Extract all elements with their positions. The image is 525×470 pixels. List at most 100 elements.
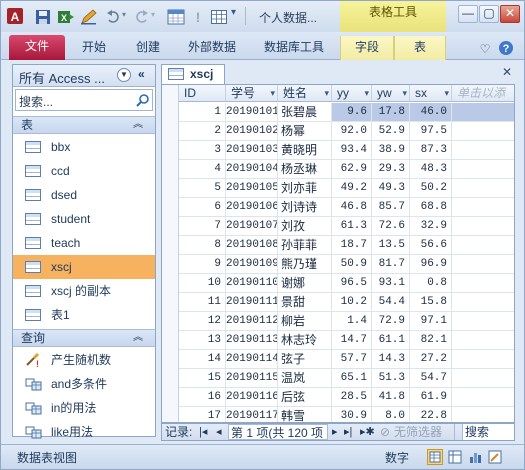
table-cell[interactable]: 92.0 (332, 122, 372, 141)
table-cell[interactable]: 4 (179, 160, 226, 179)
table-cell[interactable]: 54.7 (410, 369, 452, 388)
table-cell[interactable]: 13 (179, 331, 226, 350)
help-question-icon[interactable]: ! (191, 9, 205, 25)
table-cell[interactable]: 93.1 (372, 274, 410, 293)
table-cell[interactable]: 20190108 (226, 236, 278, 255)
table-cell[interactable]: 65.1 (332, 369, 372, 388)
table-cell[interactable]: 20190114 (226, 350, 278, 369)
table-row[interactable]: 12 20190112 柳岩 1.4 72.9 97.1 (162, 312, 514, 331)
chevron-up-icon[interactable]: ︽ (133, 117, 143, 133)
table-row[interactable]: 4 20190104 杨丞琳 62.9 29.3 48.3 (162, 160, 514, 179)
table-cell[interactable]: 49.3 (372, 179, 410, 198)
nav-item-bbx[interactable]: bbx (13, 135, 155, 159)
table-cell[interactable]: 15 (179, 369, 226, 388)
table-cell[interactable]: 82.1 (410, 331, 452, 350)
table-cell[interactable]: 杨幂 (278, 122, 332, 141)
table-cell[interactable]: 1 (179, 103, 226, 122)
table-row[interactable]: 13 20190113 林志玲 14.7 61.1 82.1 (162, 331, 514, 350)
table-cell[interactable]: 49.2 (332, 179, 372, 198)
table-cell[interactable]: 孙菲菲 (278, 236, 332, 255)
table-cell[interactable]: 17.8 (372, 103, 410, 122)
table-cell[interactable]: 72.6 (372, 217, 410, 236)
table-cell[interactable]: 54.4 (372, 293, 410, 312)
table-cell[interactable]: 刘诗诗 (278, 198, 332, 217)
table-cell[interactable]: 20190104 (226, 160, 278, 179)
table-cell[interactable] (452, 331, 514, 350)
table-cell[interactable]: 14.7 (332, 331, 372, 350)
column-dropdown-icon[interactable]: ▾ (270, 85, 275, 101)
header-yy[interactable]: yy ▾ (332, 85, 372, 102)
table-cell[interactable]: 97.5 (410, 122, 452, 141)
nav-group-queries[interactable]: 查询 ︽ (13, 329, 155, 347)
table-cell[interactable]: 50.9 (332, 255, 372, 274)
table-cell[interactable]: 20190102 (226, 122, 278, 141)
table-row[interactable]: 11 20190111 景甜 10.2 54.4 15.8 (162, 293, 514, 312)
nav-search-input[interactable]: 搜索... (19, 93, 53, 110)
excel-export-icon[interactable]: X (57, 9, 75, 25)
table-cell[interactable]: 51.3 (372, 369, 410, 388)
nav-item-and-query[interactable]: and多条件 (13, 372, 155, 396)
table-cell[interactable]: 8.0 (372, 407, 410, 422)
table-cell[interactable]: 12 (179, 312, 226, 331)
table-cell[interactable]: 57.7 (332, 350, 372, 369)
table-cell[interactable]: 8 (179, 236, 226, 255)
table-cell[interactable]: 46.8 (332, 198, 372, 217)
table-cell[interactable]: 3 (179, 141, 226, 160)
header-sx[interactable]: sx ▾ (410, 85, 452, 102)
nav-menu-dropdown-icon[interactable]: ▼ (117, 68, 131, 82)
minimize-ribbon-icon[interactable]: ♡ (477, 38, 493, 62)
table-cell[interactable]: 85.7 (372, 198, 410, 217)
table-cell[interactable]: 61.9 (410, 388, 452, 407)
table-cell[interactable] (452, 312, 514, 331)
table-cell[interactable]: 72.9 (372, 312, 410, 331)
table-cell[interactable] (452, 179, 514, 198)
undo-icon[interactable] (106, 9, 120, 25)
table-cell[interactable]: 14.3 (372, 350, 410, 369)
table-cell[interactable]: 17 (179, 407, 226, 422)
table-cell[interactable]: 20190105 (226, 179, 278, 198)
table-cell[interactable]: 10 (179, 274, 226, 293)
table-cell[interactable]: 20190117 (226, 407, 278, 422)
pivot-chart-view-button[interactable] (467, 449, 483, 465)
table-cell[interactable]: 20190103 (226, 141, 278, 160)
table-cell[interactable]: 10.2 (332, 293, 372, 312)
table-cell[interactable]: 温岚 (278, 369, 332, 388)
help-icon[interactable]: ? (498, 40, 514, 56)
table-cell[interactable]: 38.9 (372, 141, 410, 160)
nav-item-xscj-copy[interactable]: xscj 的副本 (13, 279, 155, 303)
nav-item-teach[interactable]: teach (13, 231, 155, 255)
header-yw[interactable]: yw ▾ (372, 85, 410, 102)
table-row[interactable]: 5 20190105 刘亦菲 49.2 49.3 50.2 (162, 179, 514, 198)
record-position-input[interactable]: 第 1 项(共 120 项 (228, 424, 328, 440)
table-cell[interactable]: 15.8 (410, 293, 452, 312)
tab-create[interactable]: 创建 (127, 36, 169, 60)
table-row[interactable]: 9 20190109 熊乃瑾 50.9 81.7 96.9 (162, 255, 514, 274)
table-cell[interactable]: 9 (179, 255, 226, 274)
access-logo-icon[interactable]: A (6, 7, 24, 25)
column-dropdown-icon[interactable]: ▾ (402, 85, 407, 101)
nav-collapse-icon[interactable]: « (138, 67, 145, 81)
table-cell[interactable]: 20190110 (226, 274, 278, 293)
table-cell[interactable]: 22.8 (410, 407, 452, 422)
table-cell[interactable] (452, 122, 514, 141)
nav-item-table1[interactable]: 表1 (13, 303, 155, 327)
chevron-up-icon[interactable]: ︽ (133, 330, 143, 346)
nav-search-box[interactable]: 搜索... (15, 89, 153, 111)
pivot-table-view-button[interactable] (447, 449, 463, 465)
column-dropdown-icon[interactable]: ▾ (324, 85, 329, 101)
table-cell[interactable]: 29.3 (372, 160, 410, 179)
table-cell[interactable]: 9.6 (332, 103, 372, 122)
table-cell[interactable] (452, 255, 514, 274)
design-view-button[interactable] (487, 449, 503, 465)
nav-item-in-query[interactable]: in的用法 (13, 396, 155, 420)
table-cell[interactable]: 刘亦菲 (278, 179, 332, 198)
redo-dropdown-icon[interactable]: ▾ (151, 10, 155, 26)
table-cell[interactable]: 20190107 (226, 217, 278, 236)
table-cell[interactable]: 弦子 (278, 350, 332, 369)
table-cell[interactable]: 41.8 (372, 388, 410, 407)
first-record-button[interactable]: |◂ (199, 424, 207, 440)
restore-icon[interactable]: ▢ (479, 5, 499, 23)
table-cell[interactable]: 20190101 (226, 103, 278, 122)
table-cell[interactable] (452, 141, 514, 160)
table-cell[interactable]: 杨丞琳 (278, 160, 332, 179)
